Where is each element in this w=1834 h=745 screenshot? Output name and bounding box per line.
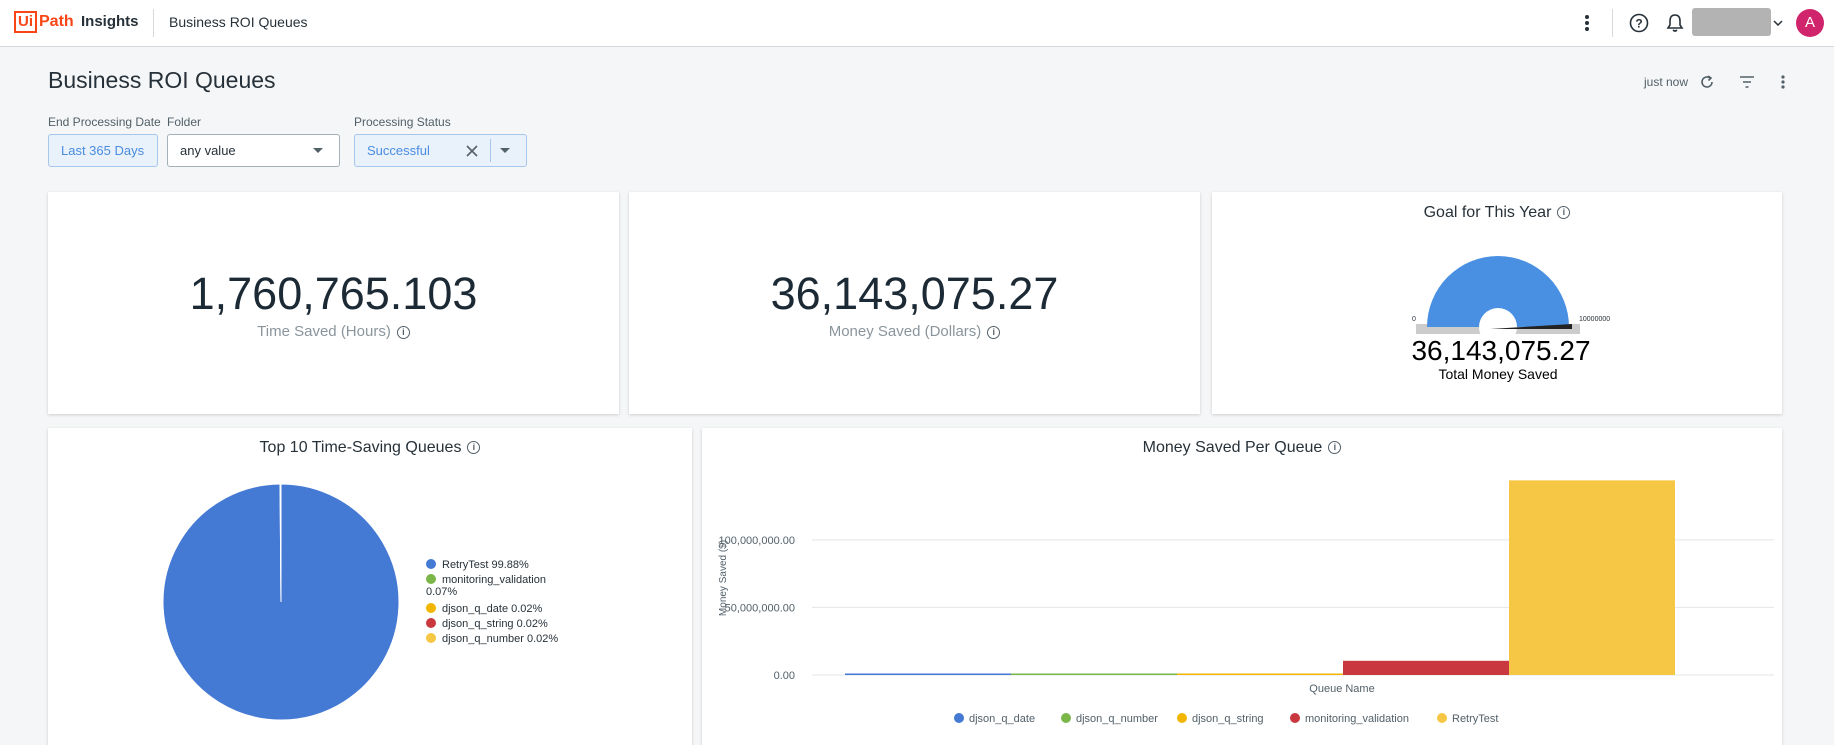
bar-monitoring_validation[interactable] xyxy=(1343,660,1509,675)
pie-chart xyxy=(162,483,400,721)
svg-text:?: ? xyxy=(1635,17,1642,31)
bar-RetryTest[interactable] xyxy=(1509,480,1675,675)
folder-value: any value xyxy=(180,143,236,158)
y-tick-label: 0.00 xyxy=(774,670,795,682)
gauge-value: 36,143,075.27 xyxy=(1411,335,1590,366)
bar-djson_q_number[interactable] xyxy=(1011,673,1177,676)
avatar[interactable]: A xyxy=(1796,9,1824,37)
pie-legend-label: RetryTest 99.88% xyxy=(442,559,529,571)
folder-filter[interactable]: any value xyxy=(167,134,340,167)
x-axis-label: Queue Name xyxy=(1309,683,1374,695)
help-icon[interactable]: ? xyxy=(1627,11,1651,35)
legend-dot xyxy=(954,713,964,723)
info-icon[interactable]: i xyxy=(396,325,410,339)
bar-legend-item[interactable]: RetryTest xyxy=(1437,713,1498,725)
refresh-icon[interactable] xyxy=(1695,70,1719,94)
legend-dot xyxy=(1290,713,1300,723)
time-saved-value: 1,760,765.103 xyxy=(189,268,478,319)
product-name: Insights xyxy=(81,13,139,30)
bar-legend-label: djson_q_string xyxy=(1192,713,1264,725)
y-tick-label: 50,000,000.00 xyxy=(725,602,795,614)
clear-icon[interactable] xyxy=(466,145,478,157)
time-saved-label-row: Time Saved (Hours) i xyxy=(48,323,619,340)
gauge-max-label: 10000000 xyxy=(1579,316,1610,323)
info-icon[interactable]: i xyxy=(987,325,1001,339)
y-tick-label: 100,000,000.00 xyxy=(719,535,795,547)
more-vertical-icon[interactable] xyxy=(1575,11,1599,35)
gauge-caption: Total Money Saved xyxy=(1438,366,1557,382)
status-dropdown-icon[interactable] xyxy=(500,148,510,154)
time-saved-label: Time Saved (Hours) xyxy=(257,323,391,340)
bar-legend-item[interactable]: djson_q_string xyxy=(1177,713,1264,725)
pie-legend-label: djson_q_number 0.02% xyxy=(442,633,559,645)
bar-djson_q_string[interactable] xyxy=(1177,673,1343,676)
bar-legend-item[interactable]: djson_q_date xyxy=(954,713,1035,725)
folder-label: Folder xyxy=(167,115,202,129)
status-divider xyxy=(490,139,491,162)
pie-legend-label: djson_q_string 0.02% xyxy=(442,618,548,630)
pie-legend-item[interactable]: djson_q_string 0.02% xyxy=(426,618,576,630)
uipath-logo[interactable]: Ui Path xyxy=(14,11,74,33)
pie-legend-item[interactable]: djson_q_number 0.02% xyxy=(426,633,576,645)
pie-legend-item[interactable]: monitoring_validation 0.07% xyxy=(426,574,576,598)
breadcrumb[interactable]: Business ROI Queues xyxy=(169,14,308,30)
logo-box: Ui xyxy=(14,11,37,33)
legend-dot xyxy=(426,603,436,613)
pie-legend-item[interactable]: RetryTest 99.88% xyxy=(426,559,576,571)
legend-dot xyxy=(1177,713,1187,723)
time-saved-card: 1,760,765.103 Time Saved (Hours) i xyxy=(48,192,619,414)
logo-path: Path xyxy=(39,13,74,30)
user-menu[interactable] xyxy=(1692,8,1771,36)
money-saved-card: 36,143,075.27 Money Saved (Dollars) i xyxy=(629,192,1200,414)
legend-dot xyxy=(426,633,436,643)
header-divider-2 xyxy=(1612,9,1613,37)
dashboard-more-icon[interactable] xyxy=(1771,70,1795,94)
bar-legend-item[interactable]: monitoring_validation xyxy=(1290,713,1409,725)
goal-card: Goal for This Year i 0 10000000 36,143,07… xyxy=(1212,192,1782,414)
bar-legend-label: RetryTest xyxy=(1452,713,1498,725)
goal-gauge: 0 10000000 36,143,075.27 Total Money Sav… xyxy=(1411,256,1610,382)
folder-dropdown-icon[interactable] xyxy=(313,148,323,154)
bar-legend-label: djson_q_number xyxy=(1076,713,1158,725)
y-axis-label: Money Saved ($) xyxy=(718,540,729,616)
money-saved-label: Money Saved (Dollars) xyxy=(828,323,982,340)
legend-dot xyxy=(1061,713,1071,723)
status-filter[interactable]: Successful xyxy=(354,134,527,167)
gauge-min-label: 0 xyxy=(1412,316,1416,323)
pie-card: Top 10 Time-Saving Queues i RetryTest 99.… xyxy=(48,428,692,745)
bar-legend-item[interactable]: djson_q_number xyxy=(1061,713,1158,725)
bell-icon[interactable] xyxy=(1663,11,1687,35)
bar-djson_q_date[interactable] xyxy=(845,673,1011,676)
status-label: Processing Status xyxy=(354,115,451,129)
status-value: Successful xyxy=(367,143,430,158)
filter-icon[interactable] xyxy=(1735,70,1759,94)
bar-card: Money Saved Per Queue i 0.00 50,000,000.00… xyxy=(702,428,1782,745)
bar-legend-label: monitoring_validation xyxy=(1305,713,1409,725)
legend-dot xyxy=(426,618,436,628)
top-bar: Ui Path Insights Business ROI Queues ? A xyxy=(0,0,1834,47)
end-date-filter[interactable]: Last 365 Days xyxy=(48,134,158,167)
page-title: Business ROI Queues xyxy=(48,67,276,93)
bar-chart: 0.00 50,000,000.00 100,000,000.00 Queue Nam… xyxy=(718,480,1774,725)
chevron-down-icon[interactable] xyxy=(1766,11,1790,35)
refresh-status: just now xyxy=(1644,75,1689,89)
pie-legend-item[interactable]: djson_q_date 0.02% xyxy=(426,603,576,615)
legend-dot xyxy=(426,574,436,584)
header-divider xyxy=(153,9,154,37)
legend-dot xyxy=(426,559,436,569)
legend-dot xyxy=(1437,713,1447,723)
bar-legend-label: djson_q_date xyxy=(969,713,1035,725)
pie-legend-label: djson_q_date 0.02% xyxy=(442,603,543,615)
end-date-label: End Processing Date xyxy=(48,115,161,129)
money-saved-value: 36,143,075.27 xyxy=(770,268,1059,319)
pie-legend-label: monitoring_validation 0.07% xyxy=(426,574,546,598)
money-saved-label-row: Money Saved (Dollars) i xyxy=(629,323,1200,340)
